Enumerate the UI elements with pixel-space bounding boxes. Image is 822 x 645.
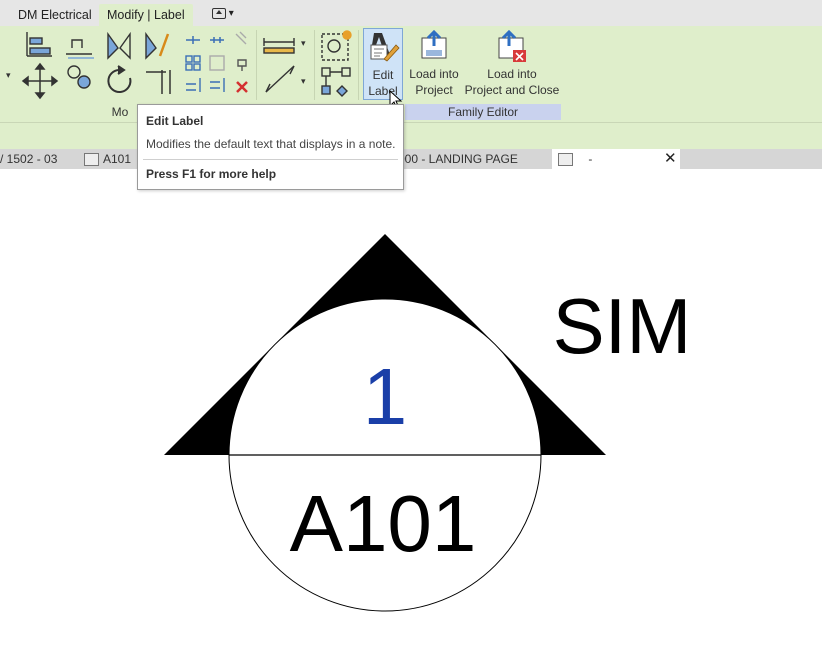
split-icon (186, 36, 200, 44)
view-tab-bar: / 1502 - 03 A101 000 - LANDING PAGE - ✕ (0, 149, 822, 169)
tooltip-description: Modifies the default text that displays … (146, 137, 396, 151)
dimension-icon (265, 65, 295, 93)
trim-extend-icon (146, 70, 171, 94)
detail-number-label[interactable]: 1 (363, 352, 408, 441)
view-tab-active[interactable]: - (552, 149, 680, 169)
view-tab-landing-page[interactable]: 000 - LANDING PAGE (398, 149, 518, 169)
close-tab-icon[interactable]: ✕ (664, 149, 677, 169)
sheet-number-label[interactable]: A101 (290, 479, 477, 568)
modify-tools-icons: ▾ ▾ ▾ (6, 30, 352, 100)
drawing-canvas[interactable]: 1 A101 SIM (0, 169, 822, 640)
measure-icon (263, 38, 295, 54)
tooltip-title: Edit Label (146, 114, 204, 128)
scale-icon (209, 55, 225, 71)
load-into-project-button[interactable]: Load into Project (405, 28, 463, 98)
dimension-dropdown-icon: ▾ (301, 76, 306, 86)
edit-label-icon (370, 33, 400, 62)
ribbon: ▾ ▾ ▾ Edit Label Load into Project Load … (0, 26, 822, 122)
measure-dropdown-icon: ▾ (301, 38, 306, 48)
trim-multiple-icon (210, 78, 225, 92)
unpin-icon (210, 37, 224, 43)
view-tab-1502[interactable]: / 1502 - 03 (0, 149, 57, 169)
family-editor-panel-label: Family Editor (405, 104, 561, 120)
sim-label[interactable]: SIM (553, 282, 692, 370)
load-into-project-line2: Project (415, 83, 453, 97)
split-gap-icon (186, 78, 201, 92)
sheet-icon (84, 153, 99, 167)
mirror-pick-axis-icon (107, 31, 131, 60)
load-into-project-and-close-button[interactable]: Load into Project and Close (463, 28, 561, 98)
unpin-small-icon (237, 59, 247, 71)
delete-icon (236, 81, 248, 93)
load-into-project-and-close-icon (498, 29, 526, 62)
ribbon-tab-bar: DM Electrical Modify | Label ▾ (0, 0, 822, 26)
load-into-project-line1: Load into (409, 67, 459, 81)
view-tab-a101[interactable]: A101 (84, 149, 131, 169)
rotate-icon (107, 65, 132, 93)
copy-icon (67, 65, 91, 89)
create-group-icon (321, 30, 352, 61)
options-bar (0, 122, 822, 149)
array-icon (185, 55, 201, 71)
dropdown-arrow-icon: ▾ (6, 70, 11, 80)
offset-icon (66, 39, 94, 59)
mirror-draw-axis-icon (145, 31, 170, 60)
align-icon (26, 32, 52, 57)
load-close-line1: Load into (487, 67, 537, 81)
panel-switch-icon[interactable]: ▾ (212, 7, 238, 21)
load-into-project-icon (421, 29, 447, 59)
pin-icon (235, 31, 247, 45)
sheet-icon (558, 153, 573, 167)
load-close-line2: Project and Close (464, 83, 560, 97)
tab-modify-label[interactable]: Modify | Label (99, 4, 193, 26)
section-head-symbol: 1 A101 SIM (164, 234, 692, 612)
edit-label-line1: Edit (372, 68, 394, 82)
move-icon (21, 62, 59, 100)
create-assembly-icon (321, 67, 351, 97)
tab-dm-electrical[interactable]: DM Electrical (10, 4, 100, 26)
